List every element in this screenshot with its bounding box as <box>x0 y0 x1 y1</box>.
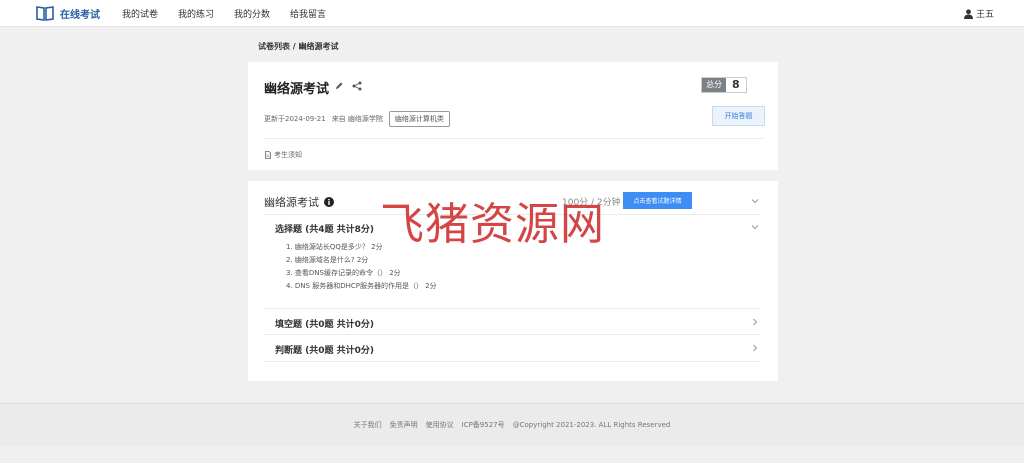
chevron-down-icon[interactable] <box>751 223 759 231</box>
question-item[interactable]: 4. DNS 服务器和DHCP服务器的作用是（） 2分 <box>286 280 437 293</box>
nav-my-papers[interactable]: 我的试卷 <box>122 7 158 20</box>
total-score-label: 总分 <box>702 78 726 92</box>
brand-name: 在线考试 <box>60 9 100 21</box>
pencil-icon[interactable] <box>334 81 344 91</box>
chevron-right-icon[interactable] <box>751 318 759 326</box>
nav-my-scores[interactable]: 我的分数 <box>234 7 270 20</box>
user-menu[interactable]: 王五 <box>963 7 994 20</box>
total-score-badge: 总分 8 <box>701 77 747 93</box>
updated-date: 更新于2024-09-21 <box>264 115 326 123</box>
group-title-fill[interactable]: 填空题 (共0题 共计0分) <box>275 317 374 330</box>
divider <box>264 308 760 309</box>
total-score-value: 8 <box>726 78 746 92</box>
footer: 关于我们 免责声明 使用协议 ICP备9527号 @Copyright 2021… <box>0 403 1024 446</box>
chevron-down-icon[interactable] <box>751 197 759 205</box>
brand[interactable]: 在线考试 <box>36 5 100 21</box>
info-icon[interactable] <box>324 197 334 207</box>
question-item[interactable]: 3. 查看DNS缓存记录的命令（） 2分 <box>286 267 437 280</box>
nav-my-practice[interactable]: 我的练习 <box>178 7 214 20</box>
user-icon <box>963 8 973 19</box>
footer-terms[interactable]: 使用协议 <box>426 420 454 430</box>
footer-copyright: @Copyright 2021-2023. ALL Rights Reserve… <box>512 421 671 429</box>
footer-disclaimer[interactable]: 免责声明 <box>390 420 418 430</box>
divider <box>264 334 760 335</box>
watermark-text: 飞猪资源网 <box>380 199 605 250</box>
question-item[interactable]: 2. 幽络源域名是什么? 2分 <box>286 254 437 267</box>
top-nav: 在线考试 我的试卷 我的练习 我的分数 给我留言 王五 <box>0 0 1024 27</box>
divider <box>264 361 760 362</box>
exam-source: 来自 幽络源学院 <box>331 115 383 123</box>
breadcrumb[interactable]: 试卷列表 / 幽络源考试 <box>258 41 339 52</box>
footer-about[interactable]: 关于我们 <box>354 420 382 430</box>
section-header: 幽络源考试 <box>264 194 334 210</box>
section-title: 幽络源考试 <box>264 196 319 209</box>
exam-title: 幽络源考试 <box>264 82 330 97</box>
category-tag[interactable]: 幽络源计算机类 <box>388 111 450 127</box>
divider <box>264 138 764 139</box>
nav-message[interactable]: 给我留言 <box>290 7 326 20</box>
share-icon[interactable] <box>352 81 362 91</box>
exam-meta: 更新于2024-09-21 来自 幽络源学院 幽络源计算机类 <box>264 111 456 127</box>
start-exam-button[interactable]: 开始答题 <box>712 106 765 126</box>
group-title-choice[interactable]: 选择题 (共4题 共计8分) <box>275 222 374 235</box>
user-name: 王五 <box>975 10 994 20</box>
view-details-button[interactable]: 点击查看试题详情 <box>623 192 692 209</box>
footer-icp[interactable]: ICP备9527号 <box>462 420 505 430</box>
exam-header-card: 幽络源考试 总分 8 更新于2024-09-21 来自 幽络源学院 幽络源计算机… <box>248 62 778 170</box>
document-icon <box>265 151 271 159</box>
chevron-right-icon[interactable] <box>751 344 759 352</box>
group-title-judge[interactable]: 判断题 (共0题 共计0分) <box>275 343 374 356</box>
book-icon <box>36 6 54 21</box>
exam-notice-label: 考生须知 <box>274 151 302 159</box>
exam-notice-link[interactable]: 考生须知 <box>264 150 302 160</box>
